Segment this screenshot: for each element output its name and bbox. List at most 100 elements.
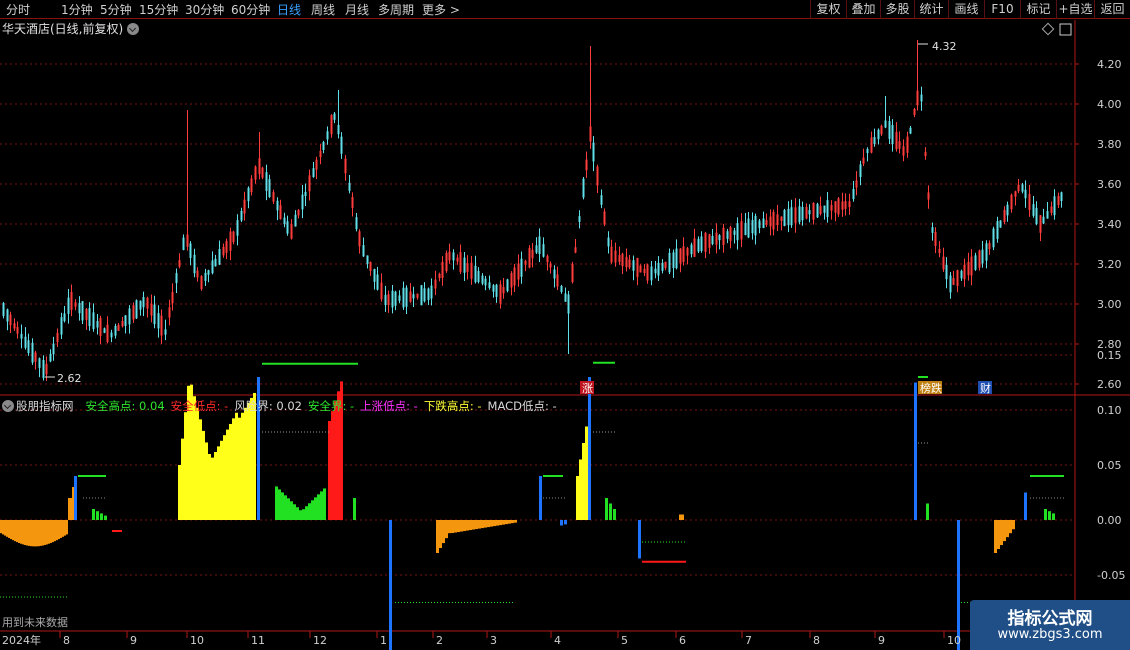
yellow-bar bbox=[247, 402, 250, 520]
candle bbox=[52, 336, 55, 361]
candle bbox=[38, 357, 41, 378]
candle bbox=[182, 234, 185, 251]
green-bar bbox=[104, 515, 107, 520]
candle-body bbox=[207, 270, 210, 275]
candle-body bbox=[340, 136, 343, 154]
candle-body bbox=[963, 264, 966, 280]
candle-body bbox=[942, 256, 945, 270]
candle bbox=[1010, 193, 1013, 213]
candle bbox=[1032, 195, 1035, 218]
orange-bar bbox=[8, 520, 10, 538]
candle-body bbox=[283, 217, 286, 225]
candle bbox=[967, 252, 970, 281]
orange-bar bbox=[58, 520, 60, 540]
candle-body bbox=[765, 220, 768, 225]
candle bbox=[949, 272, 952, 299]
candle bbox=[672, 249, 675, 278]
green-bar bbox=[284, 495, 287, 520]
candle bbox=[358, 229, 361, 254]
candle-body bbox=[31, 342, 34, 363]
candle bbox=[74, 299, 77, 311]
blue-bar bbox=[638, 520, 641, 559]
candle-body bbox=[974, 255, 977, 270]
candle bbox=[164, 319, 167, 341]
candle bbox=[337, 90, 340, 139]
candle-body bbox=[247, 187, 250, 202]
candle-body bbox=[448, 251, 451, 261]
candle bbox=[445, 250, 448, 273]
candle-body bbox=[13, 323, 16, 329]
candle-body bbox=[769, 216, 772, 227]
green-bar bbox=[293, 504, 296, 520]
candle bbox=[1021, 182, 1024, 194]
candle bbox=[387, 290, 390, 313]
chevron-down-icon[interactable] bbox=[2, 400, 14, 412]
green-bar bbox=[926, 503, 929, 520]
candle bbox=[956, 269, 959, 293]
candle bbox=[870, 131, 873, 154]
candle bbox=[1028, 184, 1031, 217]
candle-body bbox=[830, 204, 833, 211]
candle-body bbox=[272, 192, 275, 202]
candle-body bbox=[387, 294, 390, 305]
candle-body bbox=[934, 232, 937, 246]
candle-body bbox=[6, 309, 9, 322]
orange-bar bbox=[487, 520, 490, 528]
candle-body bbox=[60, 317, 63, 335]
candle bbox=[459, 244, 462, 274]
candle-body bbox=[380, 282, 383, 300]
candle-body bbox=[24, 336, 27, 348]
candle bbox=[668, 248, 671, 275]
chart-canvas[interactable]: 4.204.003.803.603.403.203.002.802.600.15… bbox=[0, 0, 1130, 650]
candle bbox=[535, 237, 538, 255]
candle-body bbox=[333, 113, 336, 120]
candle-body bbox=[1003, 209, 1006, 223]
candle bbox=[621, 252, 624, 275]
candle bbox=[250, 175, 253, 196]
candle-body bbox=[1046, 211, 1049, 219]
candle bbox=[682, 237, 685, 266]
candle bbox=[582, 177, 585, 200]
candle-body bbox=[524, 260, 527, 265]
candle bbox=[333, 112, 336, 124]
candle-body bbox=[211, 260, 214, 274]
candle-body bbox=[715, 232, 718, 245]
candle bbox=[1017, 179, 1020, 194]
diamond-icon bbox=[1041, 22, 1055, 36]
candle-body bbox=[733, 230, 736, 235]
candle-body bbox=[513, 267, 516, 286]
green-bar bbox=[311, 500, 314, 520]
candle bbox=[934, 227, 937, 254]
orange-bar bbox=[54, 520, 56, 542]
orange-bar bbox=[24, 520, 26, 546]
yellow-bar bbox=[576, 476, 579, 520]
candle-body bbox=[276, 200, 279, 211]
orange-bar bbox=[44, 520, 46, 546]
candle-body bbox=[99, 318, 102, 336]
month-label: 5 bbox=[621, 634, 628, 647]
orange-bar bbox=[994, 520, 997, 553]
candle bbox=[196, 267, 199, 282]
candle bbox=[931, 222, 934, 241]
blue-bar bbox=[74, 476, 77, 520]
orange-bar bbox=[499, 520, 502, 526]
month-label: 12 bbox=[313, 634, 327, 647]
orange-bar bbox=[460, 520, 463, 532]
green-bar bbox=[609, 503, 612, 520]
candle bbox=[636, 257, 639, 286]
candle-body bbox=[85, 308, 88, 320]
indicator-header: 股朋指标网 安全高点: 0.04 安全低点: - 风险界: 0.02 安全界: - 上涨低… bbox=[0, 398, 569, 414]
candle-body bbox=[531, 249, 534, 259]
candle bbox=[549, 261, 552, 274]
orange-bar bbox=[451, 520, 454, 534]
candle-body bbox=[229, 231, 232, 251]
candle-body bbox=[535, 245, 538, 253]
indicator-value-4: 上涨低点: - bbox=[360, 399, 418, 413]
candle-body bbox=[1010, 194, 1013, 210]
candle bbox=[862, 148, 865, 167]
orange-bar bbox=[64, 520, 66, 536]
candle-body bbox=[589, 126, 592, 142]
candle-body bbox=[297, 209, 300, 216]
candle-body bbox=[319, 150, 322, 158]
candle bbox=[560, 284, 563, 294]
